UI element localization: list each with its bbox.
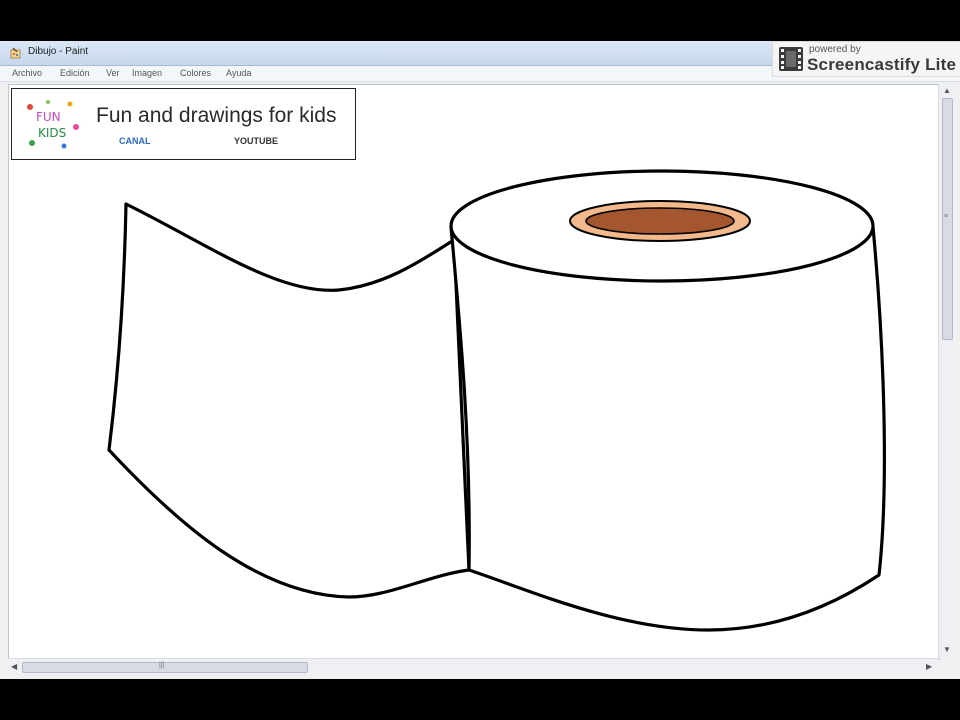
menu-ver[interactable]: Ver — [106, 68, 120, 78]
menu-ayuda[interactable]: Ayuda — [226, 68, 251, 78]
channel-banner: FUN KIDS Fun and drawings for kids CANAL… — [11, 88, 356, 160]
paint-window: Dibujo - Paint Archivo Edición Ver Image… — [0, 41, 960, 679]
logo-text-kids: KIDS — [38, 126, 66, 140]
roll-core-inner — [585, 207, 735, 235]
vertical-scroll-thumb[interactable]: ≡ — [942, 98, 953, 340]
roll-body-outline — [449, 226, 886, 632]
banner-title: Fun and drawings for kids — [96, 104, 337, 127]
logo-text-fun: FUN — [36, 110, 61, 124]
toilet-paper-drawing — [107, 169, 886, 632]
arrow-right-icon[interactable]: ▶ — [926, 662, 932, 671]
menu-edicion[interactable]: Edición — [60, 68, 90, 78]
drawing-canvas[interactable]: FUN KIDS Fun and drawings for kids CANAL… — [8, 84, 940, 660]
screencastify-watermark: powered by Screencastify Lite — [772, 41, 960, 77]
vertical-grip-icon: ≡ — [944, 213, 949, 220]
arrow-up-icon[interactable]: ▲ — [943, 86, 951, 95]
horizontal-grip-icon: ||| — [159, 662, 165, 669]
vertical-scrollbar[interactable]: ▲ ≡ ▼ — [938, 84, 955, 658]
window-title: Dibujo - Paint — [28, 46, 89, 57]
film-strip-icon — [779, 47, 803, 71]
banner-link-canal[interactable]: CANAL — [119, 136, 151, 146]
watermark-brand: Screencastify Lite — [807, 55, 957, 74]
watermark-powered-by: powered by — [809, 44, 861, 55]
arrow-left-icon[interactable]: ◀ — [11, 662, 17, 671]
horizontal-scroll-thumb[interactable]: ||| — [22, 662, 308, 673]
horizontal-scrollbar[interactable]: ◀ ||| ▶ — [8, 658, 938, 675]
fun-kids-logo: FUN KIDS — [27, 100, 79, 149]
menu-imagen[interactable]: Imagen — [132, 68, 162, 78]
arrow-down-icon[interactable]: ▼ — [943, 645, 951, 654]
menu-colores[interactable]: Colores — [180, 68, 211, 78]
menu-archivo[interactable]: Archivo — [12, 68, 42, 78]
paint-app-icon — [10, 47, 21, 59]
paper-sheet-outline — [107, 202, 471, 599]
banner-link-youtube[interactable]: YOUTUBE — [234, 136, 278, 146]
